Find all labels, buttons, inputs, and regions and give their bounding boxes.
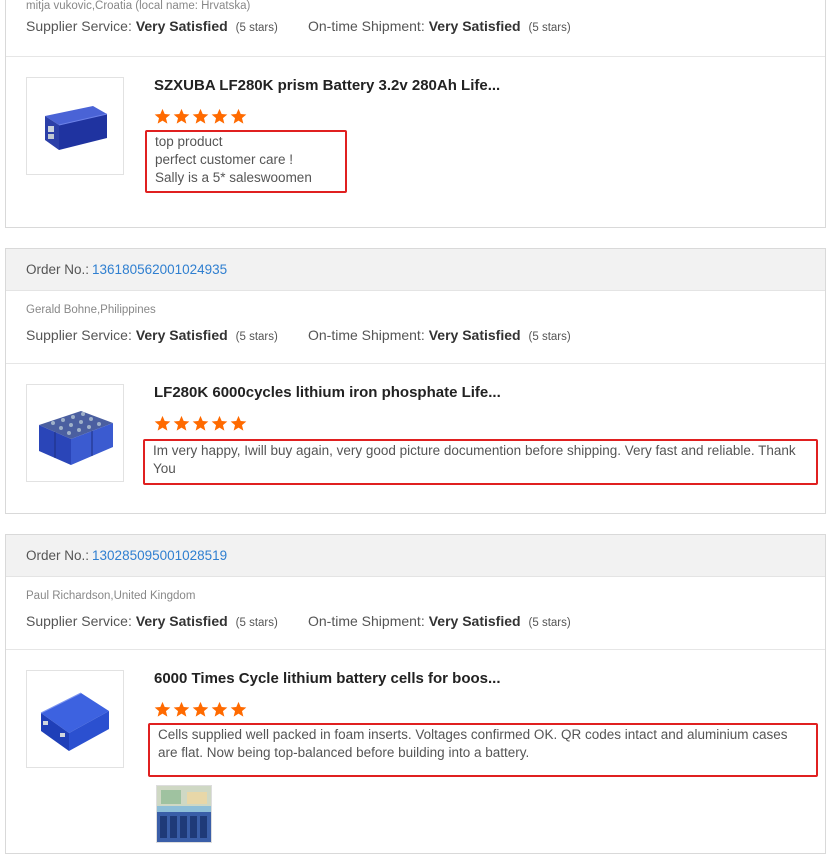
order-no-label: Order No.:	[26, 548, 90, 563]
product-title-link[interactable]: 6000 Times Cycle lithium battery cells f…	[154, 670, 501, 687]
review-text-line: Cells supplied well packed in foam inser…	[158, 727, 788, 760]
product-thumbnail[interactable]	[26, 77, 124, 175]
supplier-service-rating: Supplier Service: Very Satisfied (5 stars)	[26, 327, 278, 343]
review-card: Order No.: 136180562001024935 Gerald Boh…	[5, 248, 826, 514]
supplier-service-label: Supplier Service:	[26, 613, 132, 629]
ontime-shipment-label: On-time Shipment:	[308, 613, 425, 629]
buyer-name: mitja vukovic,Croatia (local name: Hrvat…	[26, 0, 251, 12]
product-rating-stars	[154, 701, 247, 718]
order-no-label: Order No.:	[26, 262, 90, 277]
review-photo[interactable]	[156, 785, 212, 843]
product-rating-stars	[154, 415, 247, 432]
ontime-shipment-stars: (5 stars)	[528, 22, 571, 34]
review-text-line: Im very happy, Iwill buy again, very goo…	[153, 443, 796, 476]
product-thumbnail[interactable]	[26, 670, 124, 768]
supplier-service-stars: (5 stars)	[235, 331, 278, 343]
ratings-row: Supplier Service: Very Satisfied (5 stars)…	[6, 18, 825, 42]
buyer-name: Paul Richardson,United Kingdom	[26, 590, 196, 602]
ontime-shipment-stars: (5 stars)	[528, 617, 571, 629]
supplier-service-stars: (5 stars)	[235, 22, 278, 34]
star-icon	[192, 701, 209, 718]
star-icon	[154, 108, 171, 125]
star-icon	[230, 701, 247, 718]
review-text-highlight: top product perfect customer care ! Sall…	[145, 130, 347, 193]
order-number-link[interactable]: 136180562001024935	[92, 262, 227, 277]
ontime-shipment-rating: On-time Shipment: Very Satisfied (5 stars)	[308, 327, 571, 343]
ontime-shipment-label: On-time Shipment:	[308, 18, 425, 34]
ontime-shipment-rating: On-time Shipment: Very Satisfied (5 stars)	[308, 613, 571, 629]
product-section: LF280K 6000cycles lithium iron phosphate…	[6, 364, 825, 513]
star-icon	[230, 108, 247, 125]
supplier-service-label: Supplier Service:	[26, 327, 132, 343]
star-icon	[154, 701, 171, 718]
supplier-service-label: Supplier Service:	[26, 18, 132, 34]
review-text-highlight: Cells supplied well packed in foam inser…	[148, 723, 818, 777]
product-section: SZXUBA LF280K prism Battery 3.2v 280Ah L…	[6, 57, 825, 227]
ontime-shipment-stars: (5 stars)	[528, 331, 571, 343]
star-icon	[173, 108, 190, 125]
ratings-row: Supplier Service: Very Satisfied (5 stars)…	[6, 327, 825, 351]
star-icon	[211, 415, 228, 432]
star-icon	[211, 701, 228, 718]
order-bar: Order No.: 130285095001028519	[6, 535, 825, 577]
star-icon	[211, 108, 228, 125]
product-title-link[interactable]: SZXUBA LF280K prism Battery 3.2v 280Ah L…	[154, 77, 500, 94]
ontime-shipment-label: On-time Shipment:	[308, 327, 425, 343]
ontime-shipment-value: Very Satisfied	[428, 613, 521, 629]
review-text-line: top product	[155, 134, 223, 149]
product-thumbnail[interactable]	[26, 384, 124, 482]
star-icon	[192, 415, 209, 432]
star-icon	[154, 415, 171, 432]
star-icon	[192, 108, 209, 125]
product-title-link[interactable]: LF280K 6000cycles lithium iron phosphate…	[154, 384, 501, 401]
supplier-service-rating: Supplier Service: Very Satisfied (5 stars)	[26, 18, 278, 34]
supplier-service-value: Very Satisfied	[135, 613, 228, 629]
review-text-line: perfect customer care !	[155, 152, 294, 167]
review-text-line: Sally is a 5* saleswoomen	[155, 170, 312, 185]
ontime-shipment-rating: On-time Shipment: Very Satisfied (5 stars)	[308, 18, 571, 34]
supplier-service-rating: Supplier Service: Very Satisfied (5 stars)	[26, 613, 278, 629]
ratings-row: Supplier Service: Very Satisfied (5 stars)…	[6, 613, 825, 637]
buyer-name: Gerald Bohne,Philippines	[26, 304, 156, 316]
supplier-service-value: Very Satisfied	[135, 18, 228, 34]
product-section: 6000 Times Cycle lithium battery cells f…	[6, 650, 825, 853]
star-icon	[230, 415, 247, 432]
product-rating-stars	[154, 108, 247, 125]
ontime-shipment-value: Very Satisfied	[428, 18, 521, 34]
order-bar: Order No.: 136180562001024935	[6, 249, 825, 291]
star-icon	[173, 415, 190, 432]
review-card: Order No.: 130285095001028519 Paul Richa…	[5, 534, 826, 854]
ontime-shipment-value: Very Satisfied	[428, 327, 521, 343]
star-icon	[173, 701, 190, 718]
review-text-highlight: Im very happy, Iwill buy again, very goo…	[143, 439, 818, 485]
supplier-service-stars: (5 stars)	[235, 617, 278, 629]
supplier-service-value: Very Satisfied	[135, 327, 228, 343]
order-number-link[interactable]: 130285095001028519	[92, 548, 227, 563]
review-card: mitja vukovic,Croatia (local name: Hrvat…	[5, 0, 826, 228]
